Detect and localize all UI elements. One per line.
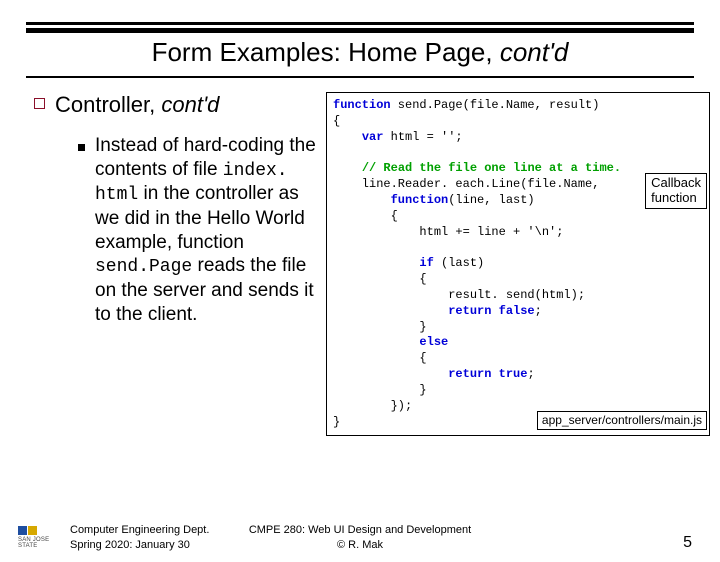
code-t: ; xyxy=(527,367,534,381)
code-t xyxy=(333,256,419,270)
right-column: function send.Page(file.Name, result) { … xyxy=(326,92,710,436)
callout-path-text: app_server/controllers/main.js xyxy=(542,413,702,427)
callback-callout: Callbackfunction xyxy=(645,173,707,209)
footer-center: CMPE 280: Web UI Design and Development … xyxy=(249,523,471,552)
subheading-row: Controller, cont'd xyxy=(34,92,318,118)
code-t: } xyxy=(333,320,427,334)
code-kw: if xyxy=(419,256,433,270)
code-t xyxy=(333,130,362,144)
code-t: (line, last) xyxy=(448,193,534,207)
code-t: } xyxy=(333,415,340,429)
decor-line-thick xyxy=(26,28,694,33)
code-comment: // Read the file one line at a time. xyxy=(362,161,621,175)
code-t: }); xyxy=(333,399,412,413)
subheading: Controller, cont'd xyxy=(55,92,219,118)
title-text: Form Examples: Home Page, xyxy=(152,37,500,67)
slide-number: 5 xyxy=(683,534,692,552)
content-area: Controller, cont'd Instead of hard-codin… xyxy=(0,78,720,436)
code-t: html = ''; xyxy=(383,130,462,144)
footer: Computer Engineering Dept. Spring 2020: … xyxy=(0,523,720,552)
body-text: Instead of hard-coding the contents of f… xyxy=(95,134,318,326)
code-t: (last) xyxy=(434,256,484,270)
code-kw: return true xyxy=(448,367,527,381)
code-t xyxy=(333,335,419,349)
callout-line2: function xyxy=(651,190,697,205)
code-t: line.Reader. each.Line(file.Name, xyxy=(333,177,599,191)
body-code-2: send.Page xyxy=(95,257,192,277)
code-t: { xyxy=(333,114,340,128)
subheading-text: Controller, xyxy=(55,92,161,117)
title-emphasis: cont'd xyxy=(500,37,569,67)
footer-dept: Computer Engineering Dept. xyxy=(70,523,209,537)
code-kw: var xyxy=(362,130,384,144)
code-t: send.Page(file.Name, result) xyxy=(391,98,600,112)
code-t: } xyxy=(333,383,427,397)
callout-line1: Callback xyxy=(651,175,701,190)
subheading-emphasis: cont'd xyxy=(161,92,219,117)
code-kw: function xyxy=(333,98,391,112)
filepath-callout: app_server/controllers/main.js xyxy=(537,411,707,431)
bullet-square-icon xyxy=(34,98,45,109)
code-kw: function xyxy=(391,193,449,207)
code-t: result. send(html); xyxy=(333,288,585,302)
code-t: { xyxy=(333,272,427,286)
slide-title: Form Examples: Home Page, cont'd xyxy=(0,37,720,68)
code-t: { xyxy=(333,209,398,223)
code-box: function send.Page(file.Name, result) { … xyxy=(326,92,710,436)
code-t xyxy=(333,193,391,207)
decor-line-thin xyxy=(26,22,694,25)
code-t: { xyxy=(333,351,427,365)
code-t xyxy=(333,161,362,175)
body-bullet: Instead of hard-coding the contents of f… xyxy=(56,134,318,326)
code-t xyxy=(333,304,448,318)
bullet-small-square-icon xyxy=(78,144,85,151)
code-kw: else xyxy=(419,335,448,349)
code-kw: return false xyxy=(448,304,534,318)
left-column: Controller, cont'd Instead of hard-codin… xyxy=(34,92,326,436)
code-t xyxy=(333,367,448,381)
code-t: ; xyxy=(535,304,542,318)
footer-left: Computer Engineering Dept. Spring 2020: … xyxy=(70,523,209,552)
code-t: html += line + '\n'; xyxy=(333,225,563,239)
footer-course: CMPE 280: Web UI Design and Development xyxy=(249,523,471,537)
